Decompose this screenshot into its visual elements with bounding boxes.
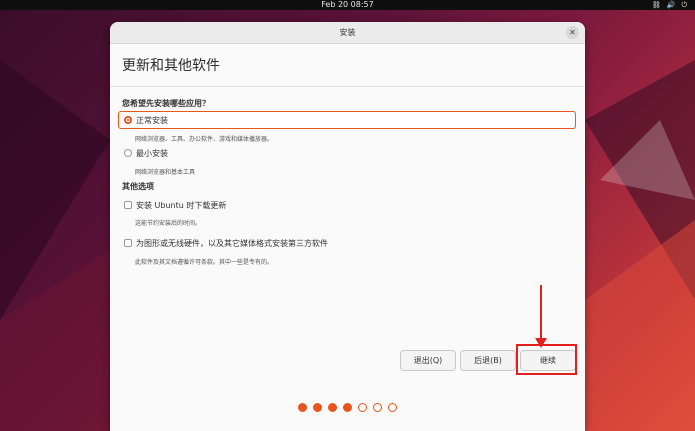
annotation-arrow	[535, 285, 547, 348]
